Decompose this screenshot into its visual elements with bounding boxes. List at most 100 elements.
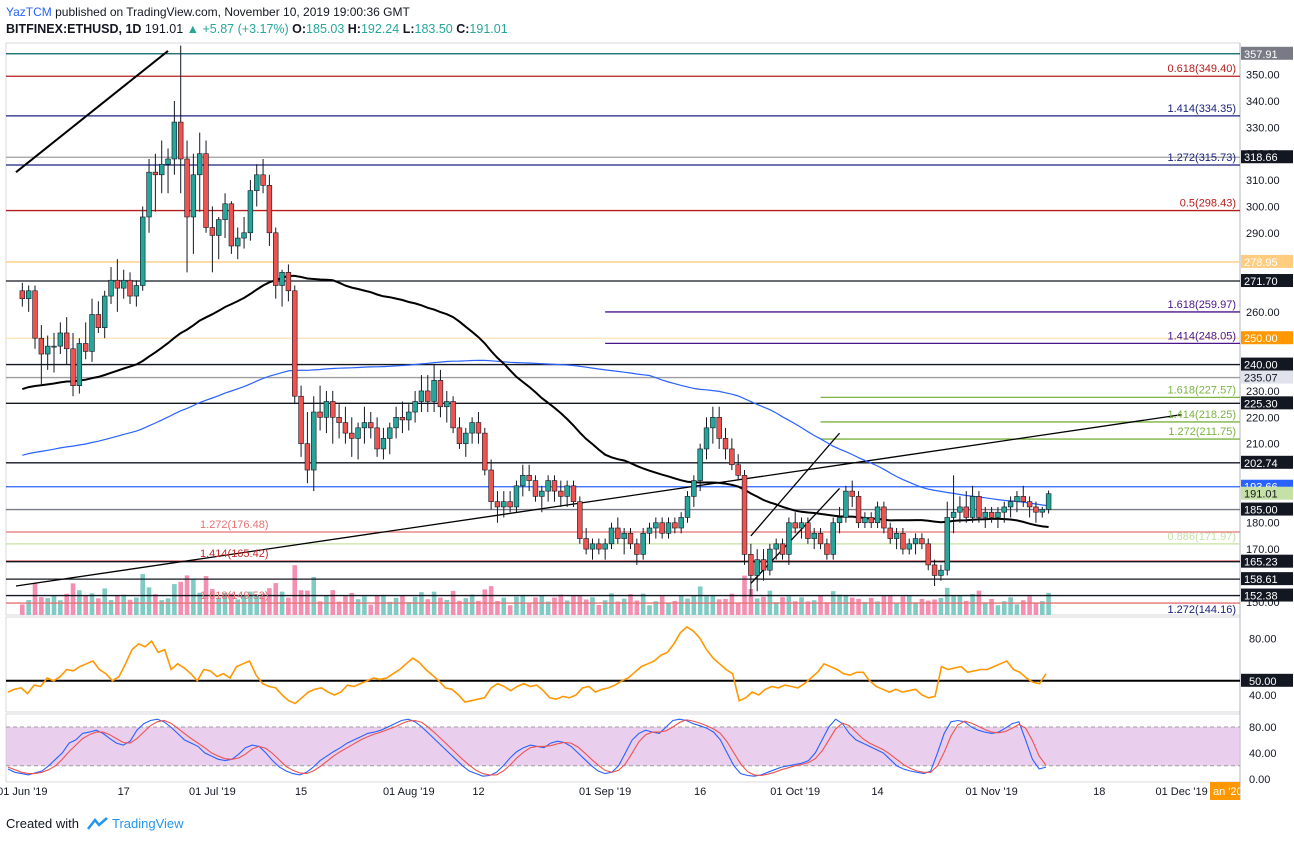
candle bbox=[938, 569, 944, 576]
volume-bar bbox=[970, 593, 975, 615]
candle bbox=[817, 532, 824, 545]
candle bbox=[152, 171, 159, 176]
candle bbox=[691, 480, 697, 497]
volume-bar bbox=[324, 595, 329, 615]
candle bbox=[425, 390, 431, 402]
volume-bar bbox=[678, 595, 684, 615]
candle bbox=[811, 532, 817, 539]
volume-bar bbox=[989, 598, 994, 615]
candle bbox=[767, 548, 773, 571]
volume-bar bbox=[96, 598, 101, 615]
candle bbox=[805, 522, 811, 539]
candle bbox=[754, 559, 760, 576]
volume-bar bbox=[146, 587, 152, 615]
candle bbox=[577, 501, 583, 539]
candle bbox=[589, 543, 596, 550]
symbol-label[interactable]: BITFINEX:ETHUSD, 1D bbox=[6, 22, 141, 36]
price-marker-label: 185.00 bbox=[1244, 505, 1278, 517]
volume-bar bbox=[501, 597, 507, 615]
candle bbox=[63, 332, 70, 350]
x-axis-label: 01 Aug '19 bbox=[383, 786, 435, 798]
candle bbox=[89, 314, 95, 352]
volume-bar bbox=[640, 593, 646, 615]
price-marker-label: 152.38 bbox=[1244, 591, 1278, 603]
volume-bar bbox=[191, 578, 196, 615]
volume-bar bbox=[919, 598, 925, 615]
candle bbox=[19, 290, 26, 299]
volume-bar bbox=[1014, 604, 1020, 615]
x-axis-label: 15 bbox=[295, 786, 307, 798]
candle bbox=[881, 506, 887, 529]
volume-bar bbox=[412, 596, 418, 615]
volume-bar bbox=[343, 596, 348, 615]
candle bbox=[944, 517, 950, 571]
volume-bar bbox=[488, 586, 494, 615]
candle bbox=[349, 432, 355, 439]
candle bbox=[906, 543, 912, 550]
candle bbox=[836, 517, 843, 524]
price-marker-label: 202.74 bbox=[1244, 458, 1278, 470]
candle bbox=[101, 295, 108, 328]
candle bbox=[526, 474, 532, 481]
candle bbox=[741, 474, 748, 555]
volume-bar bbox=[45, 598, 50, 615]
candle bbox=[545, 480, 551, 492]
candle bbox=[532, 480, 539, 497]
volume-bar bbox=[1008, 597, 1013, 615]
candle bbox=[475, 422, 482, 434]
candle bbox=[51, 345, 57, 348]
candle bbox=[931, 564, 938, 576]
volume-bar bbox=[127, 599, 133, 615]
volume-bar bbox=[533, 597, 538, 615]
volume-bar bbox=[843, 595, 849, 615]
volume-bar bbox=[868, 597, 874, 615]
volume-bar bbox=[887, 595, 893, 615]
stoch-axis-label: 40.00 bbox=[1249, 748, 1277, 760]
price-axis-label: 290.00 bbox=[1246, 228, 1280, 240]
candle bbox=[1033, 506, 1039, 513]
candle bbox=[298, 395, 304, 444]
candle bbox=[703, 427, 710, 450]
chart-canvas[interactable]: 0.618(349.40) 1.414(334.35) 1.272(315.73) 0… bbox=[0, 40, 1294, 808]
tradingview-brand[interactable]: TradingView bbox=[112, 816, 184, 831]
candle bbox=[184, 158, 190, 218]
x-axis-label: 01 Jul '19 bbox=[189, 786, 236, 798]
candle bbox=[855, 496, 862, 524]
volume-bar bbox=[761, 596, 766, 615]
volume-bar bbox=[951, 595, 956, 615]
volume-bar bbox=[913, 602, 918, 615]
candle bbox=[456, 427, 463, 444]
volume-bar bbox=[596, 604, 602, 615]
candle bbox=[399, 417, 406, 421]
candle bbox=[501, 501, 507, 508]
candle bbox=[292, 290, 298, 397]
candle bbox=[596, 543, 602, 550]
candle bbox=[887, 527, 893, 539]
candle bbox=[602, 543, 608, 550]
candle bbox=[722, 438, 729, 450]
fib-level-label: 1.618(149.52) bbox=[200, 590, 269, 602]
change-up-icon: ▲ bbox=[186, 22, 200, 36]
volume-bar bbox=[165, 598, 171, 615]
volume-bar bbox=[438, 597, 443, 615]
volume-bar bbox=[862, 601, 868, 615]
footer: Created with TradingView bbox=[6, 816, 184, 831]
volume-bar bbox=[273, 583, 279, 615]
volume-bar bbox=[780, 597, 785, 615]
candle bbox=[608, 527, 615, 545]
volume-bar bbox=[609, 593, 614, 615]
price-marker-label: 271.70 bbox=[1244, 276, 1278, 288]
volume-bar bbox=[704, 596, 709, 615]
candle bbox=[70, 348, 76, 386]
fib-level-label: 1.414(218.25) bbox=[1168, 409, 1237, 421]
candle bbox=[963, 506, 969, 518]
volume-bar bbox=[691, 595, 697, 615]
fib-level-label: 1.618(259.97) bbox=[1168, 299, 1237, 311]
volume-bar bbox=[102, 588, 107, 615]
candle bbox=[925, 543, 931, 566]
author-link[interactable]: YazTCM bbox=[6, 5, 52, 19]
candle bbox=[773, 543, 779, 550]
low-value: 183.50 bbox=[414, 22, 453, 36]
price-marker-label: 158.61 bbox=[1244, 574, 1278, 586]
candle bbox=[494, 501, 501, 508]
